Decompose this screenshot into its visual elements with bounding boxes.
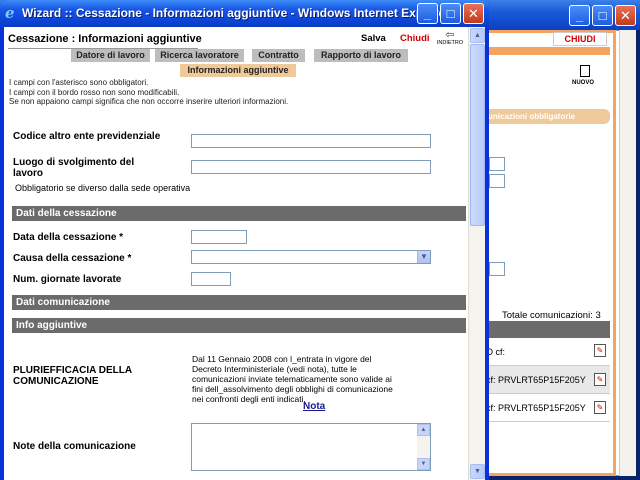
internet-explorer-icon: e xyxy=(5,4,15,22)
table-row[interactable]: O cf: ✎ xyxy=(484,338,610,366)
indietro-label: INDIETRO xyxy=(436,40,464,46)
maximize-icon[interactable]: □ xyxy=(592,5,613,26)
tab-informazioni-aggiuntive[interactable]: Informazioni aggiuntive xyxy=(180,64,296,77)
maximize-icon[interactable]: □ xyxy=(440,3,461,24)
background-input[interactable] xyxy=(489,157,505,171)
info-line: I campi con il bordo rosso non sono modi… xyxy=(9,88,180,97)
tab-contratto[interactable]: Contratto xyxy=(252,49,305,62)
background-input[interactable] xyxy=(489,174,505,188)
note-label: Note della comunicazione xyxy=(13,441,136,452)
background-tab[interactable]: unicazioni obbligatorie xyxy=(484,109,610,124)
close-icon[interactable]: ✕ xyxy=(615,5,636,26)
scroll-down-icon[interactable]: ▼ xyxy=(470,464,485,479)
scroll-up-icon[interactable]: ▲ xyxy=(470,28,485,43)
plurieficacia-text: Dal 11 Gennaio 2008 con l_entrata in vig… xyxy=(192,354,393,404)
causa-cessazione-select[interactable]: ▼ xyxy=(191,250,431,264)
page-title: Cessazione : Informazioni aggiuntive xyxy=(8,33,202,45)
background-scrollbar[interactable] xyxy=(619,30,636,476)
info-line: I campi con l'asterisco sono obbligatori… xyxy=(9,78,149,87)
nota-link[interactable]: Nota xyxy=(303,401,325,412)
section-info-aggiuntive: Info aggiuntive xyxy=(12,318,466,333)
luogo-input[interactable] xyxy=(191,160,431,174)
scroll-down-icon[interactable]: ▼ xyxy=(417,458,430,470)
background-input[interactable] xyxy=(489,262,505,276)
textarea-scrollbar[interactable]: ▲ ▼ xyxy=(417,424,430,470)
background-header-band xyxy=(489,47,610,55)
codice-label: Codice altro ente previdenziale xyxy=(13,131,161,142)
tab-ricerca-lavoratore[interactable]: Ricerca lavoratore xyxy=(155,49,244,62)
wizard-titlebar[interactable]: e Wizard :: Cessazione - Informazioni ag… xyxy=(0,0,489,27)
luogo-label: Luogo di svolgimento del lavoro xyxy=(13,157,135,179)
tab-rapporto-di-lavoro[interactable]: Rapporto di lavoro xyxy=(314,49,408,62)
minimize-icon[interactable]: _ xyxy=(569,5,590,26)
giornate-label: Num. giornate lavorate xyxy=(13,274,122,285)
codice-input[interactable] xyxy=(191,134,431,148)
wizard-content: Cessazione : Informazioni aggiuntive Sal… xyxy=(4,27,468,480)
luogo-note: Obbligatorio se diverso dalla sede opera… xyxy=(15,183,191,193)
table-row[interactable]: cf: PRVLRT65P15F205Y ✎ xyxy=(484,366,610,394)
data-cessazione-input[interactable] xyxy=(191,230,247,244)
scrollbar-thumb[interactable] xyxy=(470,44,485,226)
giornate-input[interactable] xyxy=(191,272,231,286)
plurieficacia-label: PLURIEFFICACIA DELLA COMUNICAZIONE xyxy=(13,365,132,387)
note-textarea[interactable]: ▲ ▼ xyxy=(191,423,431,471)
tab-datore-di-lavoro[interactable]: Datore di lavoro xyxy=(71,49,150,62)
info-line: Se non appaiono campi significa che non … xyxy=(9,97,289,106)
pdf-icon[interactable]: ✎ xyxy=(594,344,606,357)
wizard-scrollbar[interactable]: ▲ ▼ xyxy=(468,27,485,480)
wizard-window: e Wizard :: Cessazione - Informazioni ag… xyxy=(0,0,489,480)
wizard-client-area: Cessazione : Informazioni aggiuntive Sal… xyxy=(4,27,485,480)
background-table-header xyxy=(484,321,610,338)
row-text: cf: PRVLRT65P15F205Y xyxy=(486,402,586,413)
window-title: Wizard :: Cessazione - Informazioni aggi… xyxy=(22,6,450,20)
chevron-down-icon[interactable]: ▼ xyxy=(417,251,430,263)
data-cessazione-label: Data della cessazione * xyxy=(13,232,124,243)
close-icon[interactable]: ✕ xyxy=(463,3,484,24)
section-dati-comunicazione: Dati comunicazione xyxy=(12,295,466,310)
table-row[interactable]: cf: PRVLRT65P15F205Y ✎ xyxy=(484,394,610,422)
salva-button[interactable]: Salva xyxy=(361,33,386,44)
row-text: cf: PRVLRT65P15F205Y xyxy=(486,374,586,385)
scroll-up-icon[interactable]: ▲ xyxy=(417,424,430,436)
back-arrow-icon: ⇦ xyxy=(445,29,455,41)
nuovo-label[interactable]: NUOVO xyxy=(572,80,594,86)
background-chiudi-button[interactable]: CHIUDI xyxy=(553,32,607,46)
section-dati-cessazione: Dati della cessazione xyxy=(12,206,466,221)
pdf-icon[interactable]: ✎ xyxy=(594,373,606,386)
chiudi-button[interactable]: Chiudi xyxy=(400,33,430,44)
causa-cessazione-label: Causa della cessazione * xyxy=(13,253,132,264)
new-document-icon[interactable] xyxy=(580,65,590,77)
indietro-button[interactable]: ⇦ INDIETRO xyxy=(435,30,465,47)
pdf-icon[interactable]: ✎ xyxy=(594,401,606,414)
total-communications: Totale comunicazioni: 3 xyxy=(502,310,601,321)
minimize-icon[interactable]: _ xyxy=(417,3,438,24)
